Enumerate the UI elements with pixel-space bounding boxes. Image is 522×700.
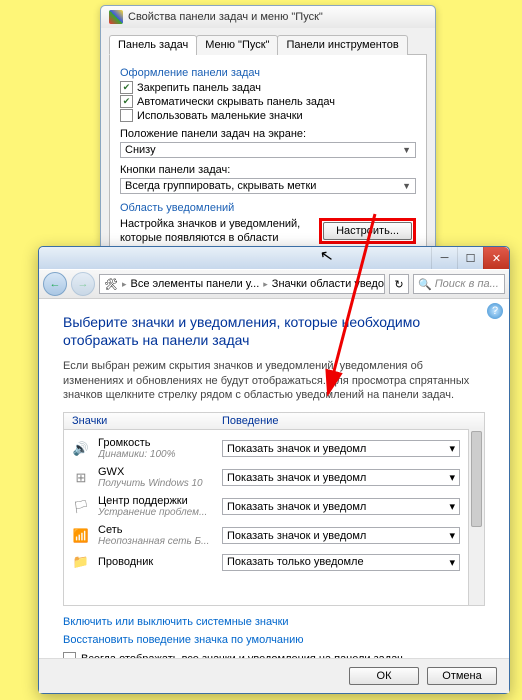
- label-lock: Закрепить панель задач: [137, 82, 261, 94]
- column-header-icons: Значки: [64, 413, 214, 429]
- table-row: 🏳 Центр поддержкиУстранение проблем... Пок…: [64, 492, 468, 521]
- chevron-down-icon: ▼: [402, 181, 411, 191]
- label-buttons: Кнопки панели задач:: [120, 164, 416, 176]
- row-name: Сеть: [98, 524, 214, 536]
- nav-forward-button[interactable]: →: [71, 272, 95, 296]
- win2-navbar: ← → 🛠 ▸ Все элементы панели у... ▸ Значк…: [39, 269, 509, 299]
- search-icon: 🔍: [418, 278, 432, 291]
- combo-buttons[interactable]: Всегда группировать, скрывать метки ▼: [120, 178, 416, 194]
- dialog1-tabs: Панель задач Меню "Пуск" Панели инструме…: [109, 34, 427, 55]
- search-input[interactable]: 🔍Поиск в па...: [413, 274, 505, 294]
- scrollbar-thumb[interactable]: [471, 431, 482, 527]
- table-row: 📁 Проводник Показать только уведомле ▾: [64, 550, 468, 574]
- combo-position-value: Снизу: [125, 144, 156, 156]
- behavior-value: Показать значок и уведомл: [227, 443, 366, 455]
- breadcrumb[interactable]: 🛠 ▸ Все элементы панели у... ▸ Значки об…: [99, 274, 385, 294]
- search-placeholder: Поиск в па...: [435, 278, 499, 290]
- label-position: Положение панели задач на экране:: [120, 128, 416, 140]
- page-description: Если выбран режим скрытия значков и увед…: [63, 359, 485, 402]
- dialog1-title-text: Свойства панели задач и меню "Пуск": [128, 11, 323, 23]
- section-appearance: Оформление панели задач: [120, 67, 416, 79]
- app-icon: 🔊: [72, 440, 90, 458]
- behavior-combo[interactable]: Показать значок и уведомл ▾: [222, 527, 460, 544]
- behavior-value: Показать значок и уведомл: [227, 530, 366, 542]
- notification-icons-window: ─ ☐ ✕ ← → 🛠 ▸ Все элементы панели у... ▸…: [38, 246, 510, 694]
- highlight-annotation: Настроить...: [319, 218, 416, 244]
- dialog1-titlebar[interactable]: Свойства панели задач и меню "Пуск": [101, 6, 435, 28]
- table-row: 🔊 ГромкостьДинамики: 100% Показать значок …: [64, 434, 468, 463]
- page-heading: Выберите значки и уведомления, которые н…: [63, 313, 485, 349]
- breadcrumb-item[interactable]: Все элементы панели у...: [131, 278, 260, 290]
- window-icon: [109, 10, 123, 24]
- row-name: Центр поддержки: [98, 495, 214, 507]
- link-restore-defaults[interactable]: Восстановить поведение значка по умолчан…: [63, 634, 485, 646]
- behavior-combo[interactable]: Показать только уведомле ▾: [222, 554, 460, 571]
- refresh-button[interactable]: ↻: [389, 274, 409, 294]
- row-subtext: Неопознанная сеть Б...: [98, 536, 214, 547]
- tab-taskbar[interactable]: Панель задач: [109, 35, 197, 55]
- row-subtext: Устранение проблем...: [98, 507, 214, 518]
- behavior-value: Показать значок и уведомл: [227, 501, 366, 513]
- row-subtext: Динамики: 100%: [98, 449, 214, 460]
- label-always-show: Всегда отображать все значки и уведомлен…: [81, 653, 403, 658]
- link-system-icons[interactable]: Включить или выключить системные значки: [63, 616, 485, 628]
- behavior-combo[interactable]: Показать значок и уведомл ▾: [222, 440, 460, 457]
- cancel-button[interactable]: Отмена: [427, 667, 497, 685]
- customize-button[interactable]: Настроить...: [323, 222, 412, 240]
- icons-table: Значки Поведение 🔊 ГромкостьДинамики: 100…: [63, 412, 485, 606]
- label-smallicons: Использовать маленькие значки: [137, 110, 303, 122]
- label-autohide: Автоматически скрывать панель задач: [137, 96, 335, 108]
- chevron-down-icon: ▾: [449, 471, 455, 484]
- win2-titlebar[interactable]: ─ ☐ ✕: [39, 247, 509, 269]
- checkbox-lock[interactable]: [120, 81, 133, 94]
- combo-buttons-value: Всегда группировать, скрывать метки: [125, 180, 316, 192]
- scrollbar[interactable]: [468, 429, 484, 605]
- table-row: 📶 СетьНеопознанная сеть Б... Показать знач…: [64, 521, 468, 550]
- row-name: Громкость: [98, 437, 214, 449]
- combo-position[interactable]: Снизу ▼: [120, 142, 416, 158]
- checkbox-always-show[interactable]: [63, 652, 76, 658]
- win2-footer: ОК Отмена: [39, 658, 509, 693]
- tab-toolbars[interactable]: Панели инструментов: [277, 35, 407, 55]
- chevron-right-icon: ▸: [263, 279, 268, 290]
- behavior-combo[interactable]: Показать значок и уведомл ▾: [222, 469, 460, 486]
- row-name: Проводник: [98, 556, 214, 568]
- close-button[interactable]: ✕: [483, 247, 509, 269]
- checkbox-autohide[interactable]: [120, 95, 133, 108]
- app-icon: ⊞: [72, 469, 90, 487]
- app-icon: 🏳: [72, 498, 90, 516]
- table-row: ⊞ GWXПолучить Windows 10 Показать значок и…: [64, 463, 468, 492]
- chevron-right-icon: ▸: [122, 279, 127, 290]
- column-header-behavior: Поведение: [214, 413, 484, 429]
- app-icon: 📁: [72, 553, 90, 571]
- maximize-button[interactable]: ☐: [457, 247, 483, 269]
- behavior-value: Показать значок и уведомл: [227, 472, 366, 484]
- chevron-down-icon: ▾: [449, 556, 455, 569]
- ok-button[interactable]: ОК: [349, 667, 419, 685]
- tab-startmenu[interactable]: Меню "Пуск": [196, 35, 278, 55]
- behavior-value: Показать только уведомле: [227, 556, 364, 568]
- chevron-down-icon: ▾: [449, 442, 455, 455]
- chevron-down-icon: ▼: [402, 145, 411, 155]
- help-icon[interactable]: ?: [487, 303, 503, 319]
- breadcrumb-item[interactable]: Значки области уведомлений: [272, 278, 385, 290]
- control-panel-icon: 🛠: [104, 278, 118, 291]
- row-subtext: Получить Windows 10: [98, 478, 214, 489]
- checkbox-smallicons[interactable]: [120, 109, 133, 122]
- row-name: GWX: [98, 466, 214, 478]
- minimize-button[interactable]: ─: [431, 247, 457, 269]
- chevron-down-icon: ▾: [449, 500, 455, 513]
- app-icon: 📶: [72, 527, 90, 545]
- behavior-combo[interactable]: Показать значок и уведомл ▾: [222, 498, 460, 515]
- chevron-down-icon: ▾: [449, 529, 455, 542]
- nav-back-button[interactable]: ←: [43, 272, 67, 296]
- section-notification: Область уведомлений: [120, 202, 416, 214]
